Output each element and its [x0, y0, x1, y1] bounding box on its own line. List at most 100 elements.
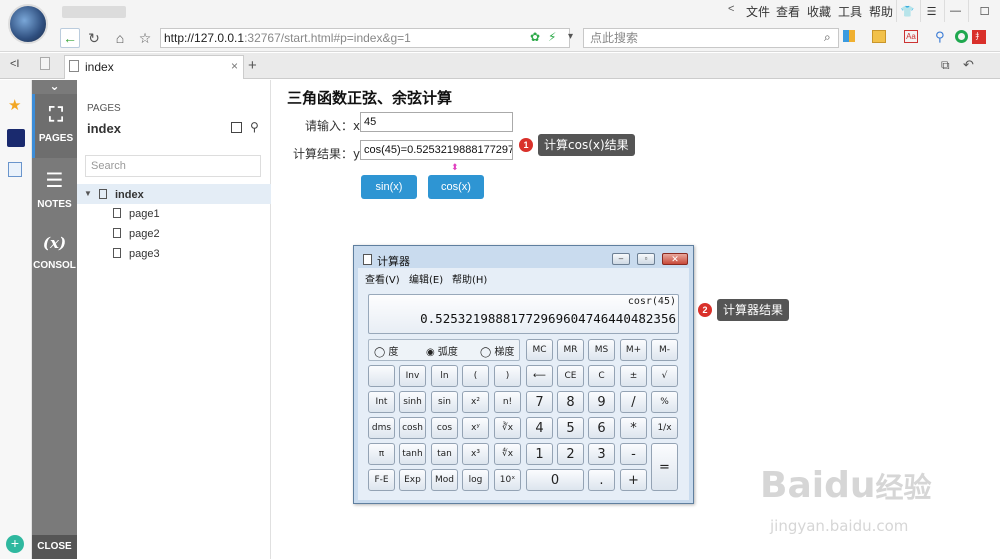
calc-key[interactable]: = [651, 443, 678, 491]
search-input[interactable]: 点此搜索 [583, 28, 839, 48]
tab-index[interactable]: index [64, 55, 244, 79]
calc-key[interactable]: CE [557, 365, 584, 387]
calc-key[interactable]: ± [620, 365, 647, 387]
chevron-down-icon[interactable]: ▾ [568, 31, 573, 42]
calc-key[interactable]: xʸ [462, 417, 489, 439]
calc-key[interactable]: √ [651, 365, 678, 387]
x-input[interactable]: 45 [360, 112, 513, 132]
key-mminus[interactable]: M- [651, 339, 678, 361]
calc-key[interactable]: + [620, 469, 647, 491]
undo-icon[interactable]: ↶ [963, 57, 974, 73]
calc-menu-edit[interactable]: 编辑(E) [409, 271, 443, 286]
calc-menu-view[interactable]: 查看(V) [365, 271, 400, 286]
restore-tabs-icon[interactable]: ⧉ [941, 58, 950, 73]
screenshot-icon[interactable] [872, 30, 886, 43]
calc-key[interactable]: ) [494, 365, 521, 387]
calc-key[interactable]: Mod [431, 469, 458, 491]
calc-key[interactable]: F-E [368, 469, 395, 491]
skin-icon[interactable]: 👕 [896, 0, 918, 22]
key-mr[interactable]: MR [557, 339, 584, 361]
radio-degree[interactable]: ◯ 度 [374, 343, 398, 358]
notes-shortcut-icon[interactable] [8, 162, 22, 177]
calc-key[interactable]: 1/x [651, 417, 678, 439]
menu-view[interactable]: 查看 [776, 3, 800, 20]
calc-key[interactable]: x² [462, 391, 489, 413]
calc-key[interactable]: % [651, 391, 678, 413]
menu-tools[interactable]: 工具 [838, 3, 862, 20]
calc-key[interactable]: x³ [462, 443, 489, 465]
key-mplus[interactable]: M+ [620, 339, 647, 361]
menu-file[interactable]: 文件 [746, 3, 770, 20]
calc-key[interactable]: Exp [399, 469, 426, 491]
home-icon[interactable]: ⌂ [110, 28, 130, 48]
calc-key[interactable]: 2 [557, 443, 584, 465]
calc-key[interactable]: tan [431, 443, 458, 465]
external-link-icon[interactable] [231, 122, 242, 133]
calc-key[interactable]: 5 [557, 417, 584, 439]
collapse-sidebar-icon[interactable]: <I [10, 58, 19, 70]
sin-button[interactable]: sin(x) [361, 175, 417, 199]
chevron-left-icon[interactable]: < [728, 3, 734, 15]
calc-key[interactable]: ∜x [494, 443, 521, 465]
calc-close-button[interactable]: ✕ [662, 253, 688, 265]
radio-gradian[interactable]: ◯ 梯度 [480, 343, 514, 358]
calc-minimize-button[interactable]: – [612, 253, 630, 265]
calc-key[interactable]: ( [462, 365, 489, 387]
calc-key[interactable]: log [462, 469, 489, 491]
menu-favorites[interactable]: 收藏 [807, 3, 831, 20]
calc-key[interactable] [368, 365, 395, 387]
calc-key[interactable]: sinh [399, 391, 426, 413]
favorites-star-icon[interactable]: ★ [8, 96, 21, 114]
calc-key[interactable]: dms [368, 417, 395, 439]
new-tab-icon[interactable]: + [248, 57, 257, 74]
menu-icon[interactable]: ☰ [920, 0, 942, 22]
calc-key[interactable]: - [620, 443, 647, 465]
search-icon[interactable]: ⌕ [824, 30, 831, 45]
calc-key[interactable]: 0 [526, 469, 584, 491]
calc-key[interactable]: / [620, 391, 647, 413]
tree-item-page3[interactable]: page3 [129, 248, 160, 260]
translate-icon[interactable]: Aa [904, 30, 918, 43]
close-tab-icon[interactable]: × [231, 59, 238, 73]
calc-menu-help[interactable]: 帮助(H) [452, 271, 487, 286]
calc-key[interactable]: 10ˣ [494, 469, 521, 491]
lightning-icon[interactable]: ⚡ [548, 30, 556, 44]
calc-maximize-button[interactable]: ▫ [637, 253, 655, 265]
calc-key[interactable]: 9 [588, 391, 615, 413]
collapse-chevron-icon[interactable]: ⌄ [32, 80, 77, 94]
back-icon[interactable]: ← [60, 28, 80, 48]
search-pages-icon[interactable]: ⚲ [250, 120, 259, 134]
url-bar[interactable]: http://127.0.0.1:32767/start.html#p=inde… [160, 28, 570, 48]
calc-key[interactable]: cosh [399, 417, 426, 439]
pages-button[interactable]: ⛶ PAGES [32, 94, 77, 158]
minimize-button[interactable]: — [944, 0, 966, 22]
zoom-icon[interactable]: ⚲ [935, 29, 945, 45]
menu-help[interactable]: 帮助 [869, 3, 893, 20]
green-flower-icon[interactable]: ✿ [530, 30, 540, 44]
tree-item-page1[interactable]: page1 [129, 208, 160, 220]
calc-key[interactable]: ln [431, 365, 458, 387]
expand-triangle-icon[interactable]: ▼ [84, 189, 92, 198]
cos-button[interactable]: cos(x) [428, 175, 484, 199]
tree-item-page2[interactable]: page2 [129, 228, 160, 240]
calc-key[interactable]: π [368, 443, 395, 465]
y-result-field[interactable]: cos(45)=0.5253219888177297 [360, 140, 513, 160]
apps-icon[interactable] [843, 30, 855, 42]
notes-button[interactable]: ☰ NOTES [32, 168, 77, 210]
maximize-button[interactable]: ☐ [968, 0, 1000, 22]
refresh-icon[interactable]: ↻ [84, 28, 104, 48]
calc-key[interactable]: 7 [526, 391, 553, 413]
plugin-icon[interactable]: 扌 [972, 30, 986, 44]
calc-key[interactable]: ∛x [494, 417, 521, 439]
calc-key[interactable]: * [620, 417, 647, 439]
calc-key[interactable]: Inv [399, 365, 426, 387]
calc-key[interactable]: 3 [588, 443, 615, 465]
close-sidebar-button[interactable]: CLOSE [32, 535, 77, 559]
calc-key[interactable]: Int [368, 391, 395, 413]
app-shortcut-icon[interactable] [7, 129, 25, 147]
key-mc[interactable]: MC [526, 339, 553, 361]
calc-key[interactable]: 4 [526, 417, 553, 439]
pages-search-input[interactable]: Search [85, 155, 261, 177]
calc-key[interactable]: 6 [588, 417, 615, 439]
star-icon[interactable]: ☆ [135, 28, 155, 48]
